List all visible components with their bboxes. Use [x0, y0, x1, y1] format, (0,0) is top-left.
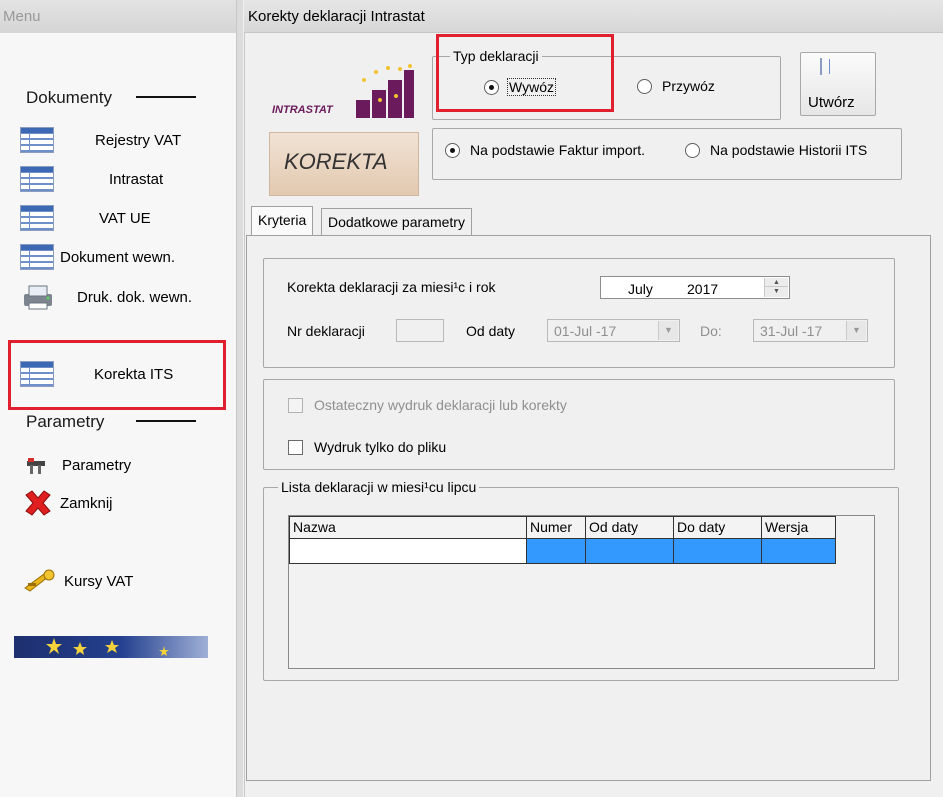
korekta-banner: KOREKTA — [269, 132, 419, 196]
section-divider — [136, 420, 196, 422]
menu-item-label: Dokument wewn. — [60, 248, 176, 266]
menu-item-rejestry-vat[interactable]: Rejestry VAT — [20, 126, 230, 154]
menu-item-zamknij[interactable]: Zamknij — [22, 489, 222, 517]
checkbox-ostateczny-box[interactable] — [288, 397, 303, 413]
column-header-numer[interactable]: Numer — [526, 516, 586, 539]
cell-nazwa[interactable] — [290, 539, 527, 563]
menu-item-korekta-its[interactable]: Korekta ITS — [20, 360, 220, 388]
section-divider — [136, 96, 196, 98]
eu-flag-banner — [14, 636, 208, 658]
close-x-icon — [25, 490, 51, 516]
month-spinner[interactable]: ▲ ▼ — [764, 278, 788, 297]
radio-historii-circle[interactable] — [685, 142, 700, 158]
month-year-picker[interactable]: July 2017 ▲ ▼ — [600, 276, 790, 299]
radio-faktur[interactable]: Na podstawie Faktur import. — [445, 142, 645, 158]
create-button[interactable]: Utwórz — [800, 52, 876, 116]
menu-item-label: Kursy VAT — [64, 572, 134, 590]
window-title: Korekty deklaracji Intrastat — [244, 0, 943, 33]
column-header-od-daty[interactable]: Od daty — [585, 516, 674, 539]
do-daty-value: 31-Jul -17 — [760, 323, 823, 339]
checkbox-wydruk-box[interactable] — [288, 439, 303, 455]
menu-item-dokument-wewn[interactable]: Dokument wewn. — [20, 243, 235, 271]
column-header-wersja[interactable]: Wersja — [761, 516, 836, 539]
table-icon — [20, 205, 54, 231]
radio-historii-label: Na podstawie Historii ITS — [710, 142, 868, 158]
cell-do-daty[interactable] — [674, 539, 762, 563]
table-row[interactable] — [289, 539, 836, 564]
korekta-banner-text: KOREKTA — [284, 149, 388, 174]
tab-dodatkowe-label: Dodatkowe parametry — [328, 214, 465, 230]
cell-numer[interactable] — [527, 539, 586, 563]
table-icon — [20, 127, 54, 153]
radio-przywoz[interactable]: Przywóz — [637, 78, 715, 94]
declarations-list-title: Lista deklaracji w miesi¹cu lipcu — [278, 479, 480, 495]
criteria-group — [263, 258, 895, 368]
menu-item-kursy-vat[interactable]: Kursy VAT — [22, 566, 222, 596]
table-icon — [20, 361, 54, 387]
table-icon — [820, 58, 822, 75]
tab-dodatkowe[interactable]: Dodatkowe parametry — [321, 208, 472, 235]
typ-deklaracji-title: Typ deklaracji — [450, 48, 542, 64]
print-options-group — [263, 379, 895, 470]
radio-faktur-circle[interactable] — [445, 142, 460, 158]
radio-wywoz-circle[interactable] — [484, 79, 499, 95]
declarations-grid[interactable]: Nazwa Numer Od daty Do daty Wersja — [288, 515, 875, 669]
month-value: July — [628, 281, 653, 297]
checkbox-ostateczny[interactable]: Ostateczny wydruk deklaracji lub korekty — [288, 397, 567, 413]
create-button-label: Utwórz — [808, 94, 855, 111]
column-header-do-daty[interactable]: Do daty — [673, 516, 762, 539]
chevron-down-icon[interactable]: ▼ — [658, 321, 678, 340]
menu-item-intrastat[interactable]: Intrastat — [20, 165, 230, 193]
checkbox-wydruk[interactable]: Wydruk tylko do pliku — [288, 439, 446, 455]
section-parametry: Parametry — [26, 412, 105, 431]
radio-historii[interactable]: Na podstawie Historii ITS — [685, 142, 867, 158]
menu-item-vat-ue[interactable]: VAT UE — [20, 204, 230, 232]
intrastat-logo: INTRASTAT — [268, 60, 428, 124]
printer-icon — [24, 285, 52, 310]
od-daty-value: 01-Jul -17 — [554, 323, 617, 339]
column-header-nazwa[interactable]: Nazwa — [289, 516, 527, 539]
menu-item-druk-dok[interactable]: Druk. dok. wewn. — [20, 282, 235, 312]
tab-kryteria-label: Kryteria — [258, 212, 307, 228]
radio-faktur-label: Na podstawie Faktur import. — [470, 142, 646, 158]
nr-deklaracji-label: Nr deklaracji — [287, 323, 365, 339]
menu-item-label: Intrastat — [109, 170, 164, 188]
od-daty-label: Od daty — [466, 323, 516, 339]
menu-item-label: Rejestry VAT — [95, 131, 182, 149]
radio-przywoz-label: Przywóz — [662, 78, 715, 94]
do-daty-combo[interactable]: 31-Jul -17 ▼ — [753, 319, 868, 342]
eu-stars-icon — [46, 638, 169, 656]
menu-item-label: Zamknij — [60, 494, 113, 512]
menu-item-label: Parametry — [62, 456, 132, 474]
menu-splitter[interactable] — [236, 0, 243, 797]
table-icon — [20, 166, 54, 192]
chevron-down-icon[interactable]: ▼ — [846, 321, 866, 340]
menu-item-parametry[interactable]: Parametry — [24, 452, 224, 478]
spin-up-icon[interactable]: ▲ — [765, 278, 788, 287]
do-label: Do: — [700, 323, 722, 339]
checkbox-wydruk-label: Wydruk tylko do pliku — [314, 439, 447, 455]
menu-item-label: VAT UE — [99, 209, 151, 227]
nr-deklaracji-field[interactable] — [396, 319, 444, 342]
year-value: 2017 — [687, 281, 719, 297]
spin-down-icon[interactable]: ▼ — [765, 287, 788, 296]
menu-item-label: Korekta ITS — [94, 365, 174, 383]
cell-wersja[interactable] — [762, 539, 835, 563]
logo-text: INTRASTAT — [272, 104, 333, 116]
cell-od-daty[interactable] — [586, 539, 674, 563]
od-daty-combo[interactable]: 01-Jul -17 ▼ — [547, 319, 680, 342]
korekta-month-label: Korekta deklaracji za miesi¹c i rok — [287, 279, 496, 295]
menu-title: Menu — [0, 0, 243, 33]
radio-wywoz-label: Wywóz — [507, 78, 556, 96]
radio-wywoz[interactable]: Wywóz — [484, 78, 556, 96]
key-icon — [24, 569, 55, 592]
tab-kryteria[interactable]: Kryteria — [251, 206, 314, 236]
checkbox-ostateczny-label: Ostateczny wydruk deklaracji lub korekty — [314, 397, 567, 413]
tools-icon — [27, 458, 45, 474]
radio-przywoz-circle[interactable] — [637, 78, 652, 94]
section-dokumenty: Dokumenty — [26, 88, 112, 107]
highlight-box-typ — [436, 34, 614, 112]
menu-item-label: Druk. dok. wewn. — [77, 288, 193, 306]
table-icon — [20, 244, 54, 270]
